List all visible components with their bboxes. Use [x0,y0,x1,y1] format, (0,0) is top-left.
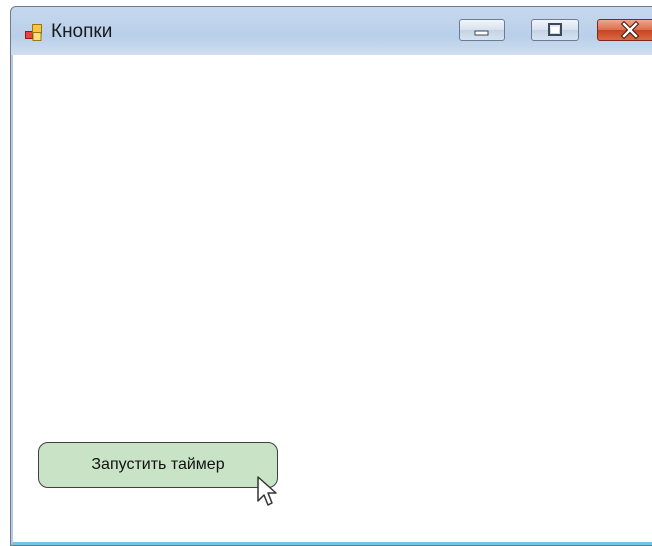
close-icon [620,20,640,40]
client-area: Запустить таймер [11,55,652,545]
start-timer-button[interactable]: Запустить таймер [38,442,278,488]
maximize-icon [548,23,562,36]
minimize-button[interactable] [459,19,505,41]
close-button[interactable] [597,19,652,41]
window-title: Кнопки [51,21,113,42]
minimize-icon [474,30,489,36]
start-timer-button-label: Запустить таймер [91,456,225,473]
maximize-button[interactable] [531,19,579,41]
app-window-icon [25,24,42,41]
app-window: Кнопки Запустить таймер [10,6,652,546]
mouse-pointer-icon [257,476,277,506]
title-bar[interactable]: Кнопки [11,7,652,55]
